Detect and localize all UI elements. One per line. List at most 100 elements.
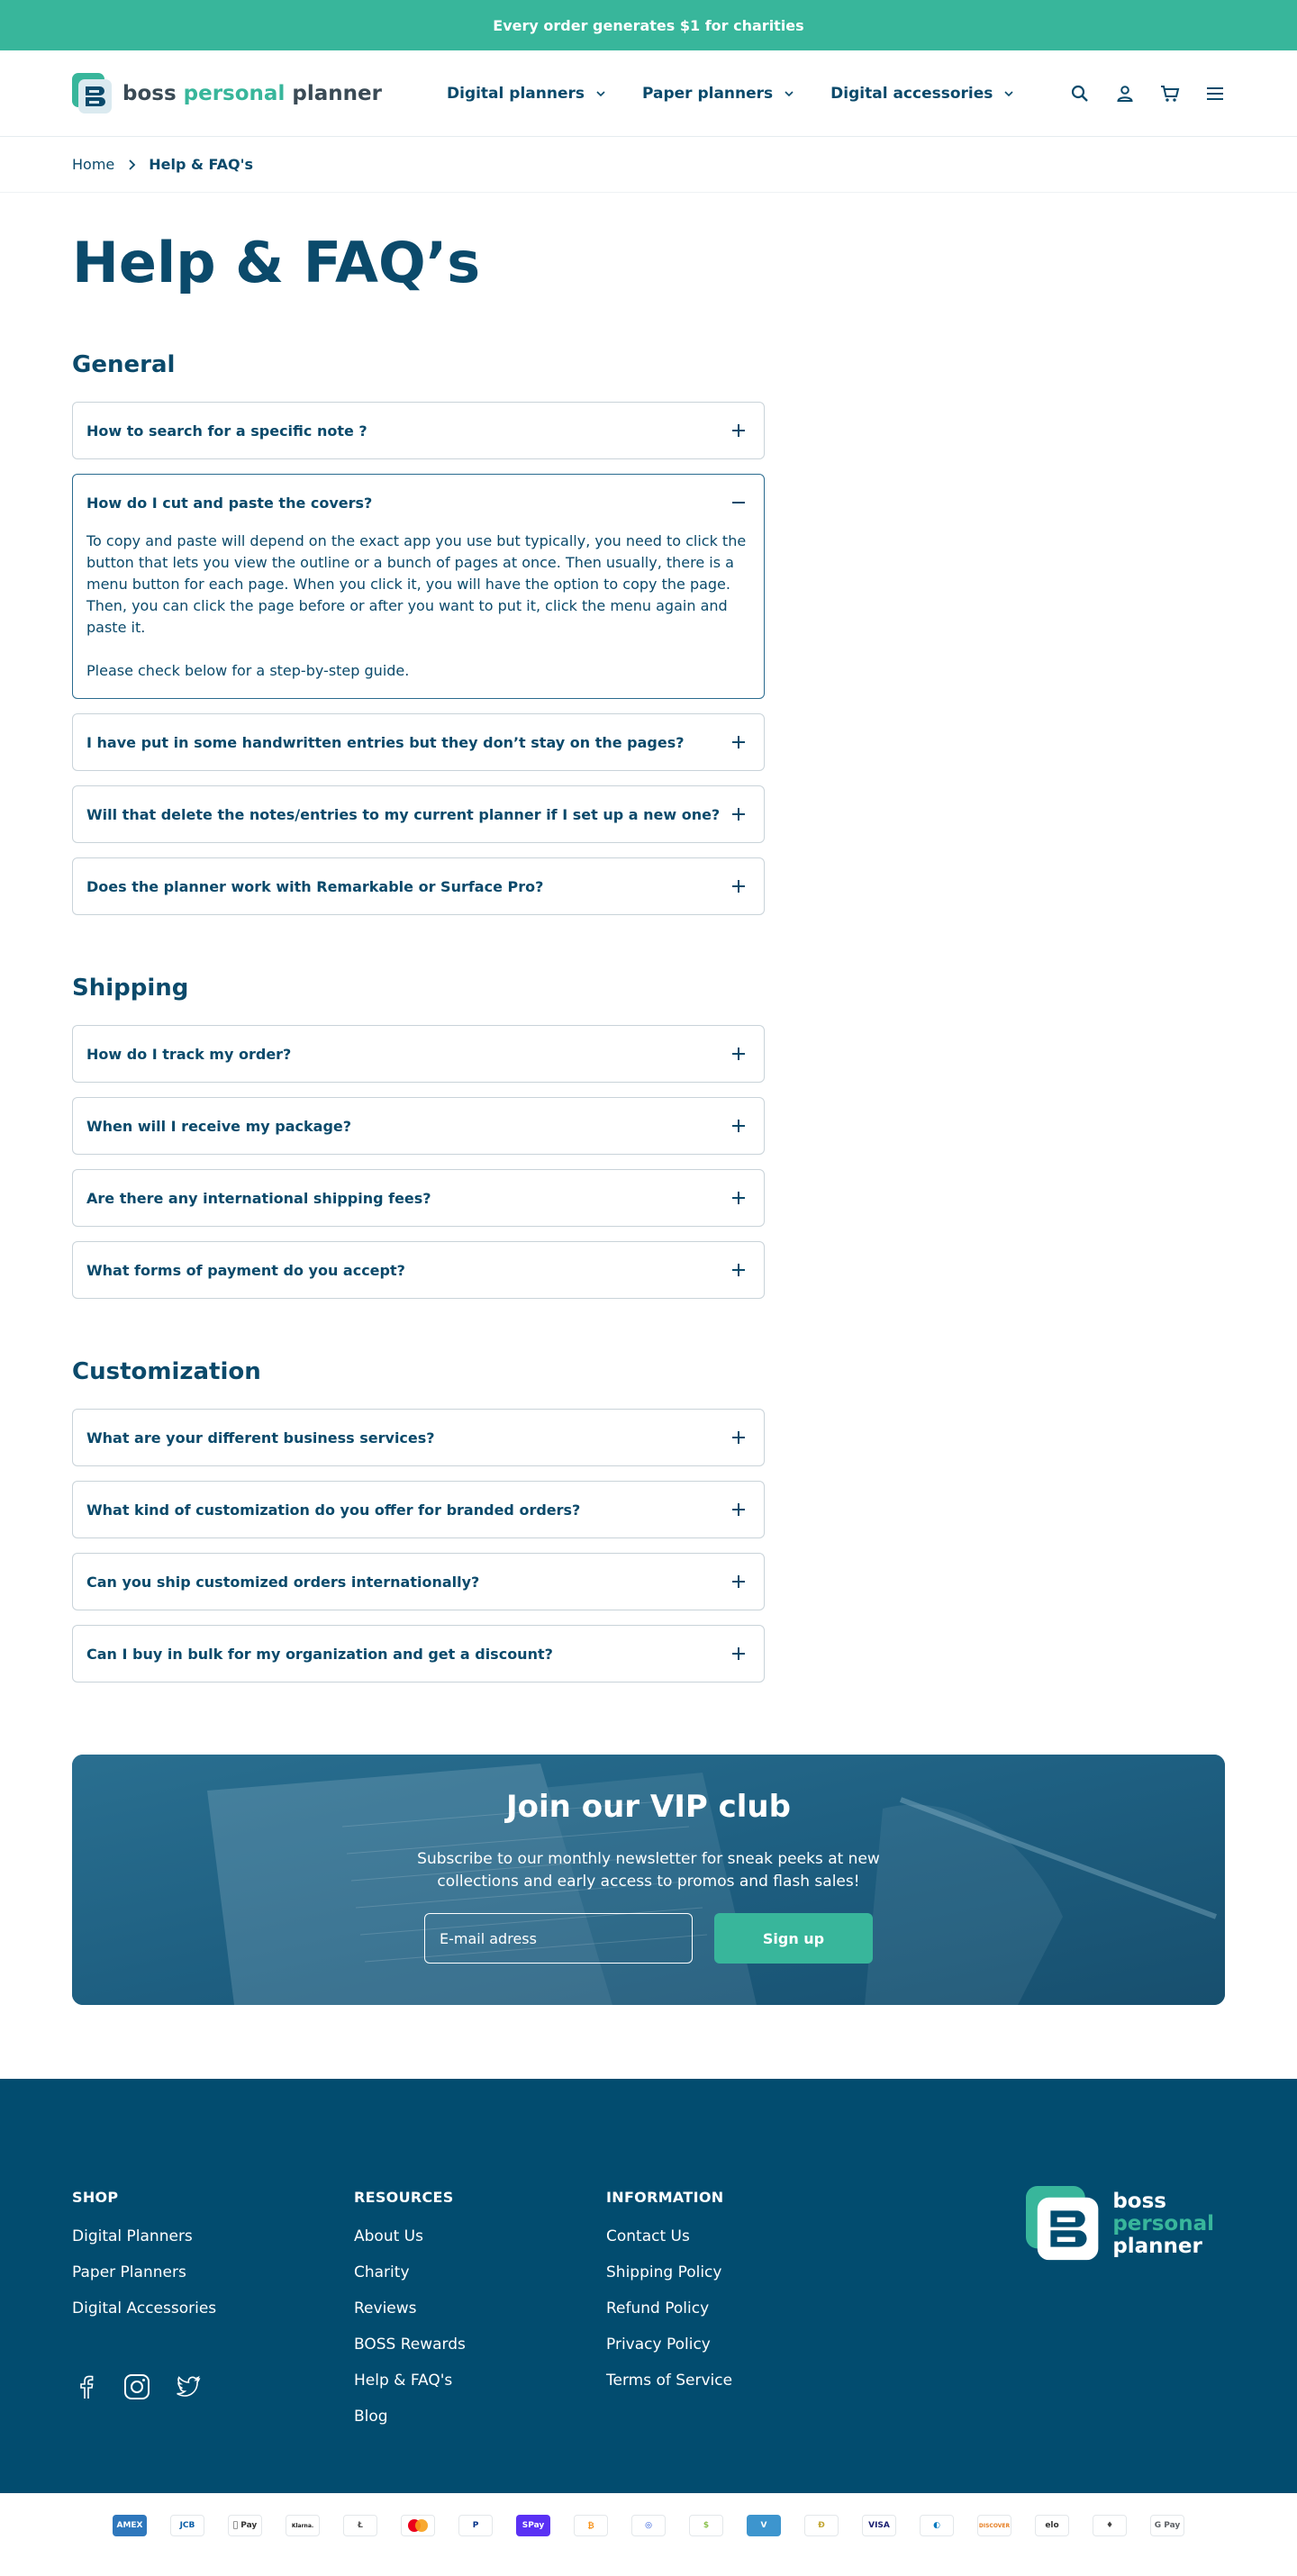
faq-question: How to search for a specific note ? [86,422,367,440]
crypto-icon: ◎ [631,2515,666,2537]
dogecoin-icon: Ð [804,2515,839,2537]
logo-line: personal [1112,2211,1214,2236]
footer-logo[interactable]: boss personal planner [1026,2185,1214,2263]
instagram-icon[interactable] [122,2372,151,2401]
nav-label: Paper planners [641,84,774,103]
nav-label: Digital accessories [830,84,993,103]
faq-question: Can I buy in bulk for my organization an… [86,1645,553,1663]
faq-item[interactable]: What kind of customization do you offer … [72,1481,765,1539]
faq-item[interactable]: I have put in some handwritten entries b… [72,713,765,772]
breadcrumb-current: Help & FAQ's [149,156,254,173]
faq-answer: To copy and paste will depend on the exa… [73,531,764,698]
footer-link[interactable]: Digital Planners [72,2227,354,2245]
footer-logo-text: boss personal planner [1112,2190,1214,2258]
paypal-icon: P [458,2515,493,2537]
faq-item[interactable]: What forms of payment do you accept? [72,1241,765,1300]
nav-digital-planners[interactable]: Digital planners [447,85,606,103]
faq-question: Are there any international shipping fee… [86,1189,431,1207]
logo-mark-icon [72,72,112,113]
footer-link[interactable]: Shipping Policy [606,2263,840,2281]
faq-item[interactable]: Can I buy in bulk for my organization an… [72,1625,765,1683]
logo-text-planner: planner [285,81,382,105]
main-nav: Digital planners Paper planners Digital … [447,85,1014,103]
plus-icon [732,1048,745,1061]
elo-icon: elo [1035,2515,1069,2537]
footer-link[interactable]: Paper Planners [72,2263,354,2281]
plus-icon [732,1120,745,1133]
faq-question: What kind of customization do you offer … [86,1501,581,1519]
account-icon[interactable] [1115,84,1135,104]
faq-item[interactable]: Are there any international shipping fee… [72,1169,765,1228]
faq-item[interactable]: How do I track my order? [72,1025,765,1084]
faq-question: How do I cut and paste the covers? [86,494,373,512]
plus-icon [732,1503,745,1517]
section-title: Customization [72,1358,261,1386]
site-header: boss personal planner Digital planners P… [0,50,1297,137]
footer-link[interactable]: Terms of Service [606,2372,840,2390]
footer-link[interactable]: Refund Policy [606,2299,840,2317]
chevron-right-icon [129,159,136,170]
page-title: Help & FAQ’s [72,230,481,295]
plus-icon [732,1575,745,1589]
faq-item[interactable]: Will that delete the notes/entries to my… [72,785,765,844]
nav-digital-accessories[interactable]: Digital accessories [830,85,1014,103]
facebook-icon[interactable] [72,2372,101,2401]
footer-link[interactable]: Charity [354,2263,606,2281]
search-icon[interactable] [1070,84,1090,104]
amex-icon: AMEX [113,2515,147,2537]
faq-question: Can you ship customized orders internati… [86,1573,480,1591]
visa-icon: VISA [862,2515,896,2537]
faq-item[interactable]: How to search for a specific note ? [72,402,765,460]
logo-text-boss: boss [122,81,184,105]
faq-item[interactable]: Can you ship customized orders internati… [72,1553,765,1611]
ethereum-icon: ♦ [1093,2515,1127,2537]
vip-club-banner: Join our VIP club Subscribe to our month… [72,1755,1225,2006]
footer-link[interactable]: BOSS Rewards [354,2336,606,2354]
footer-heading: RESOURCES [354,2189,454,2207]
twitter-icon[interactable] [173,2372,202,2401]
plus-icon [732,880,745,893]
footer-col-resources: RESOURCES About Us Charity Reviews BOSS … [354,2189,606,2444]
footer-link[interactable]: Digital Accessories [72,2299,354,2317]
faq-question: How do I track my order? [86,1045,292,1063]
nav-label: Digital planners [447,84,585,103]
apple-pay-icon:  Pay [228,2515,262,2537]
footer-link[interactable]: Reviews [354,2299,606,2317]
payment-methods: AMEX JCB  Pay Klarna. Ł P SPay ₿ ◎ $ V Ð VISA ◐ DISCO… [0,2493,1297,2558]
footer-link[interactable]: Help & FAQ's [354,2372,606,2390]
sign-up-button[interactable]: Sign up [714,1913,873,1964]
footer-link[interactable]: Blog [354,2408,606,2426]
faq-question: What forms of payment do you accept? [86,1261,405,1279]
bitcoin-cash-icon: $ [689,2515,723,2537]
klarna-icon: Klarna. [286,2515,320,2537]
cart-icon[interactable] [1160,84,1180,104]
site-logo[interactable]: boss personal planner [72,72,396,114]
faq-question: I have put in some handwritten entries b… [86,733,685,751]
menu-icon[interactable] [1205,84,1225,104]
vip-content: Join our VIP club Subscribe to our month… [72,1755,1225,1964]
announcement-bar: Every order generates $1 for charities [0,0,1297,50]
faq-answer-paragraph: Please check below for a step-by-step gu… [86,662,410,680]
footer-link[interactable]: Contact Us [606,2227,840,2245]
footer-col-information: INFORMATION Contact Us Shipping Policy R… [606,2189,840,2444]
faq-item[interactable]: Does the planner work with Remarkable or… [72,857,765,916]
newsletter-form: Sign up [72,1913,1225,1964]
faq-item-expanded[interactable]: How do I cut and paste the covers? To co… [72,474,765,700]
diners-icon: ◐ [920,2515,954,2537]
plus-icon [732,808,745,821]
section-title: General [72,351,176,379]
chevron-down-icon [596,90,605,96]
vip-description: Subscribe to our monthly newsletter for … [417,1850,880,1891]
breadcrumb-home[interactable]: Home [72,156,114,173]
jcb-icon: JCB [170,2515,204,2537]
faq-list: How to search for a specific note ? How … [72,402,765,916]
faq-answer-paragraph: To copy and paste will depend on the exa… [86,532,747,637]
footer-link[interactable]: About Us [354,2227,606,2245]
footer-heading: SHOP [72,2189,119,2207]
faq-item[interactable]: When will I receive my package? [72,1097,765,1156]
email-field[interactable] [424,1913,693,1964]
faq-item[interactable]: What are your different business service… [72,1409,765,1467]
footer-link[interactable]: Privacy Policy [606,2336,840,2354]
nav-paper-planners[interactable]: Paper planners [642,85,794,103]
faq-list: How do I track my order? When will I rec… [72,1025,765,1300]
